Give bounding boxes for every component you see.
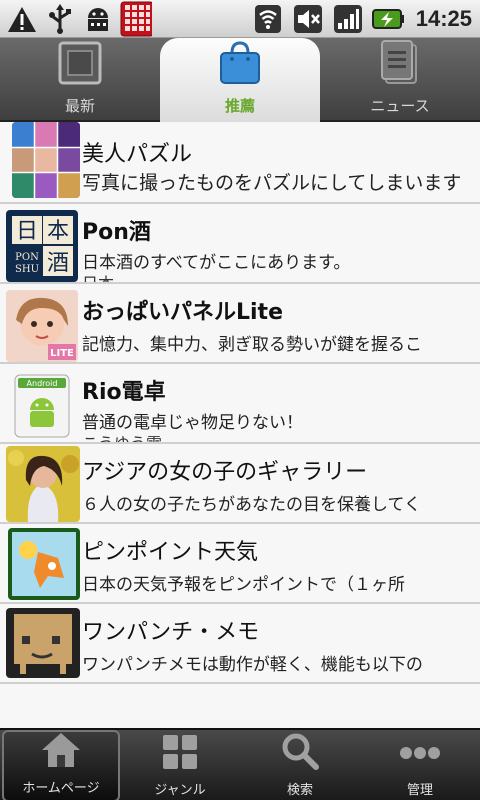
app-title: ワンパンチ・メモ [82, 620, 260, 645]
nav-label: 管理 [406, 783, 433, 798]
category-tabs: 最新 推薦 ニュース [0, 38, 480, 122]
nav-manage[interactable]: 管理 [360, 730, 480, 800]
app-title: Pon酒 [82, 220, 151, 245]
app-thumbnail: LITE [6, 290, 78, 362]
app-list: 美人パズル 写真に撮ったものをパズルにしてしまいます 日 本 PON SHU 酒… [0, 122, 480, 728]
tab-label: 最新 [64, 97, 95, 115]
app-author: こうゆう電 [82, 434, 163, 444]
list-item[interactable]: LITE おっぱいパネルLite 記憶力、集中力、剥ぎ取る勢いが鍵を握るこ [0, 284, 480, 364]
app-thumbnail [12, 122, 80, 198]
tab-label: ニュース [370, 97, 430, 115]
app-description: 写真に撮ったものをパズルにしてしまいます [82, 172, 462, 194]
app-thumbnail: Android [14, 374, 70, 438]
calculator-icon [120, 1, 152, 37]
warning-icon [6, 3, 38, 35]
home-icon [40, 731, 82, 773]
nav-genre[interactable]: ジャンル [120, 730, 240, 800]
list-item[interactable]: ピンポイント天気 日本の天気予報をピンポイントで（１ヶ所 [0, 524, 480, 604]
app-description: 日本酒のすべてがここにあります。 [82, 253, 351, 273]
app-description: 日本の天気予報をピンポイントで（１ヶ所 [82, 575, 405, 595]
search-icon [280, 731, 320, 775]
app-author: 日本 [82, 274, 115, 284]
status-bar: 14:25 [0, 0, 480, 38]
app-thumbnail [6, 608, 80, 678]
android-debug-icon [82, 3, 114, 35]
nav-search[interactable]: 検索 [240, 730, 360, 800]
app-description: ワンパンチメモは動作が軽く、機能も以下の [82, 655, 423, 675]
app-description: 記憶力、集中力、剥ぎ取る勢いが鍵を握るこ [82, 335, 422, 355]
list-item[interactable]: アジアの女の子のギャラリー ６人の女の子たちがあなたの目を保養してく [0, 444, 480, 524]
clock-time: 14:25 [415, 6, 472, 31]
nav-label: ホームページ [22, 781, 100, 796]
svg-text:Android: Android [27, 379, 58, 388]
app-thumbnail [6, 446, 80, 522]
svg-text:日: 日 [16, 219, 38, 244]
list-item[interactable]: ワンパンチ・メモ ワンパンチメモは動作が軽く、機能も以下の [0, 604, 480, 684]
mute-icon [292, 3, 324, 35]
app-title: ピンポイント天気 [82, 540, 259, 565]
app-thumbnail [8, 528, 80, 600]
svg-text:SHU: SHU [15, 264, 39, 275]
app-title: Rio電卓 [82, 380, 166, 405]
list-item[interactable]: 日 本 PON SHU 酒 Pon酒 日本酒のすべてがここにあります。 日本 [0, 204, 480, 284]
nav-label: ジャンル [154, 783, 206, 798]
wifi-icon [252, 3, 284, 35]
usb-icon [44, 3, 76, 35]
tab-latest[interactable]: 最新 [0, 38, 160, 122]
app-title: おっぱいパネルLite [82, 300, 283, 325]
tab-recommended[interactable]: 推薦 [160, 38, 320, 122]
svg-text:酒: 酒 [47, 251, 69, 276]
list-item[interactable]: Android Rio電卓 普通の電卓じゃ物足りない！ こうゆう電 [0, 364, 480, 444]
app-title: 美人パズル [82, 142, 193, 167]
list-item[interactable]: 美人パズル 写真に撮ったものをパズルにしてしまいます [0, 122, 480, 204]
nav-label: 検索 [286, 783, 313, 798]
battery-charging-icon [371, 3, 404, 35]
shopping-bag-icon [215, 39, 265, 89]
tab-news[interactable]: ニュース [320, 38, 480, 122]
more-dots-icon [398, 733, 442, 775]
grid-icon [161, 733, 199, 775]
signal-strength-icon [332, 3, 364, 35]
app-title: アジアの女の子のギャラリー [82, 460, 368, 485]
tab-label: 推薦 [224, 97, 255, 115]
bottom-navigation: ホームページ ジャンル 検索 管理 [0, 728, 480, 800]
app-thumbnail: 日 本 PON SHU 酒 [6, 210, 78, 282]
square-frame-icon [58, 41, 102, 89]
document-icon [378, 39, 422, 89]
app-description: ６人の女の子たちがあなたの目を保養してく [82, 495, 421, 515]
nav-home[interactable]: ホームページ [2, 730, 120, 800]
svg-text:本: 本 [47, 219, 69, 244]
svg-text:LITE: LITE [50, 348, 74, 359]
svg-text:PON: PON [15, 252, 39, 263]
